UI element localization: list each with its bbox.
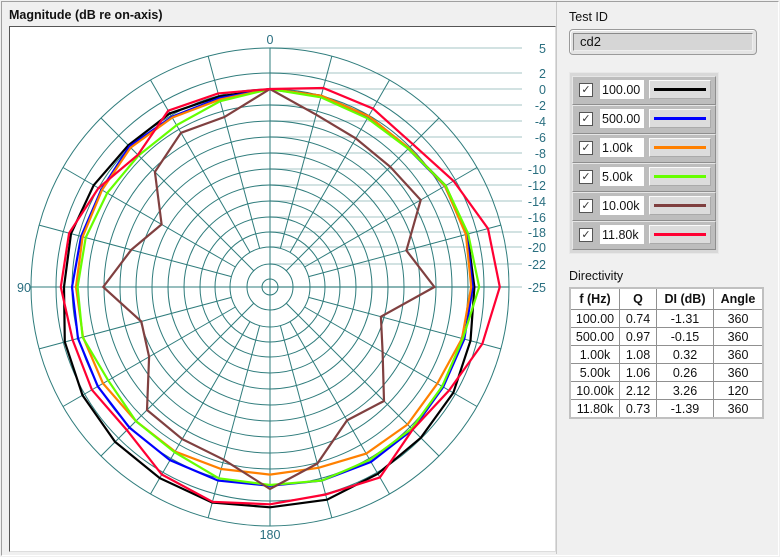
table-cell[interactable]: -0.15 xyxy=(656,327,714,346)
legend-label: 5.00k xyxy=(600,167,644,186)
column-header: f (Hz) xyxy=(569,287,620,310)
legend-checkbox[interactable]: ✓ xyxy=(579,141,593,155)
legend-line-swatch[interactable] xyxy=(649,138,711,157)
table-cell[interactable]: -1.39 xyxy=(656,399,714,419)
table-cell[interactable]: 5.00k xyxy=(569,363,620,382)
radial-tick-label: -14 xyxy=(528,195,546,209)
table-cell[interactable]: 0.73 xyxy=(619,399,657,419)
radial-tick-label: -10 xyxy=(528,163,546,177)
legend-line-swatch[interactable] xyxy=(649,80,711,99)
legend-checkbox[interactable]: ✓ xyxy=(579,83,593,97)
directivity-label: Directivity xyxy=(569,269,624,283)
table-cell[interactable]: 100.00 xyxy=(569,309,620,328)
radial-tick-label: -16 xyxy=(528,211,546,225)
polar-plot: 5 2 0 -2 -4 -6 -8 -10 -12 -14 -16 -18 -20 -22 -25 0 90… xyxy=(9,26,556,552)
column-header: DI (dB) xyxy=(656,287,714,310)
grid-spoke xyxy=(207,325,261,518)
table-row: 1.00k 1.08 0.32 360 xyxy=(569,345,764,364)
table-cell[interactable]: 360 xyxy=(713,309,764,328)
table-cell[interactable]: 360 xyxy=(713,399,764,419)
grid-spoke xyxy=(207,56,261,249)
grid-spoke xyxy=(279,325,333,518)
table-cell[interactable]: 0.97 xyxy=(619,327,657,346)
table-header-row: f (Hz) Q DI (dB) Angle xyxy=(569,287,764,310)
table-row: 5.00k 1.06 0.26 360 xyxy=(569,363,764,382)
radial-tick-label: -4 xyxy=(535,115,546,129)
legend-checkbox[interactable]: ✓ xyxy=(579,112,593,126)
legend-checkbox[interactable]: ✓ xyxy=(579,228,593,242)
series-curve-1.00k xyxy=(74,87,473,476)
legend-label: 10.00k xyxy=(600,196,644,215)
legend-row: ✓ 11.80k xyxy=(572,221,716,250)
radial-tick-label: -12 xyxy=(528,179,546,193)
angle-label-0: 0 xyxy=(267,33,274,47)
radial-tick-label: -22 xyxy=(528,258,546,272)
table-cell[interactable]: 360 xyxy=(713,363,764,382)
legend-line-swatch[interactable] xyxy=(649,225,711,244)
radial-tick-label: -25 xyxy=(528,281,546,295)
test-id-field: cd2 xyxy=(569,29,757,55)
plot-title: Magnitude (dB re on-axis) xyxy=(9,8,163,22)
table-cell[interactable]: 0.74 xyxy=(619,309,657,328)
table-row: 500.00 0.97 -0.15 360 xyxy=(569,327,764,346)
table-cell[interactable]: 360 xyxy=(713,345,764,364)
radial-tick-label: -8 xyxy=(535,147,546,161)
legend-row: ✓ 1.00k xyxy=(572,134,716,163)
table-cell[interactable]: 11.80k xyxy=(569,399,620,419)
table-row: 11.80k 0.73 -1.39 360 xyxy=(569,399,764,419)
radial-ticks: 5 2 0 -2 -4 -6 -8 -10 -12 -14 -16-18-20 -22 -25 xyxy=(528,42,546,295)
polar-curves xyxy=(59,86,501,509)
legend-checkbox[interactable]: ✓ xyxy=(579,199,593,213)
legend-row: ✓ 10.00k xyxy=(572,192,716,221)
table-cell[interactable]: 0.32 xyxy=(656,345,714,364)
radial-tick-label: -18 xyxy=(528,226,546,240)
legend-line-swatch[interactable] xyxy=(649,196,711,215)
table-row: 100.00 0.74 -1.31 360 xyxy=(569,309,764,328)
legend-row: ✓ 500.00 xyxy=(572,105,716,134)
radial-tick-label: -20 xyxy=(528,241,546,255)
radial-tick-label: -2 xyxy=(535,99,546,113)
legend-label: 11.80k xyxy=(600,225,644,244)
legend-label: 1.00k xyxy=(600,138,644,157)
table-cell[interactable]: 0.26 xyxy=(656,363,714,382)
table-cell[interactable]: 2.12 xyxy=(619,381,657,400)
radial-tick-label: 5 xyxy=(539,42,546,56)
test-id-value: cd2 xyxy=(573,33,753,51)
table-row: 10.00k 2.12 3.26 120 xyxy=(569,381,764,400)
legend-row: ✓ 100.00 xyxy=(572,76,716,105)
column-header: Q xyxy=(619,287,657,310)
table-cell[interactable]: 1.08 xyxy=(619,345,657,364)
legend-checkbox[interactable]: ✓ xyxy=(579,170,593,184)
table-cell[interactable]: -1.31 xyxy=(656,309,714,328)
table-cell[interactable]: 1.00k xyxy=(569,345,620,364)
polar-plot-svg: 5 2 0 -2 -4 -6 -8 -10 -12 -14 -16-18-20 -22 -25 0 90… xyxy=(17,33,546,542)
column-header: Angle xyxy=(713,287,764,310)
series-curve-10.00k xyxy=(101,87,437,491)
radial-tick-label: -6 xyxy=(535,131,546,145)
table-cell[interactable]: 3.26 xyxy=(656,381,714,400)
angle-label-180: 180 xyxy=(260,528,281,542)
legend-label: 100.00 xyxy=(600,80,644,99)
angle-label-90: 90 xyxy=(17,281,31,295)
table-cell[interactable]: 1.06 xyxy=(619,363,657,382)
table-cell[interactable]: 500.00 xyxy=(569,327,620,346)
plot-legend: ✓ 100.00 ✓ 500.00 ✓ 1.00k ✓ 5.00k ✓ 10.0… xyxy=(569,72,719,254)
legend-row: ✓ 5.00k xyxy=(572,163,716,192)
legend-line-swatch[interactable] xyxy=(649,109,711,128)
table-cell[interactable]: 360 xyxy=(713,327,764,346)
table-cell[interactable]: 120 xyxy=(713,381,764,400)
directivity-table: f (Hz) Q DI (dB) Angle 100.00 0.74 -1.31 36… xyxy=(569,287,764,419)
test-id-label: Test ID xyxy=(569,10,608,24)
table-cell[interactable]: 10.00k xyxy=(569,381,620,400)
radial-tick-label: 2 xyxy=(539,67,546,81)
legend-label: 500.00 xyxy=(600,109,644,128)
radial-tick-label: 0 xyxy=(539,83,546,97)
legend-line-swatch[interactable] xyxy=(649,167,711,186)
